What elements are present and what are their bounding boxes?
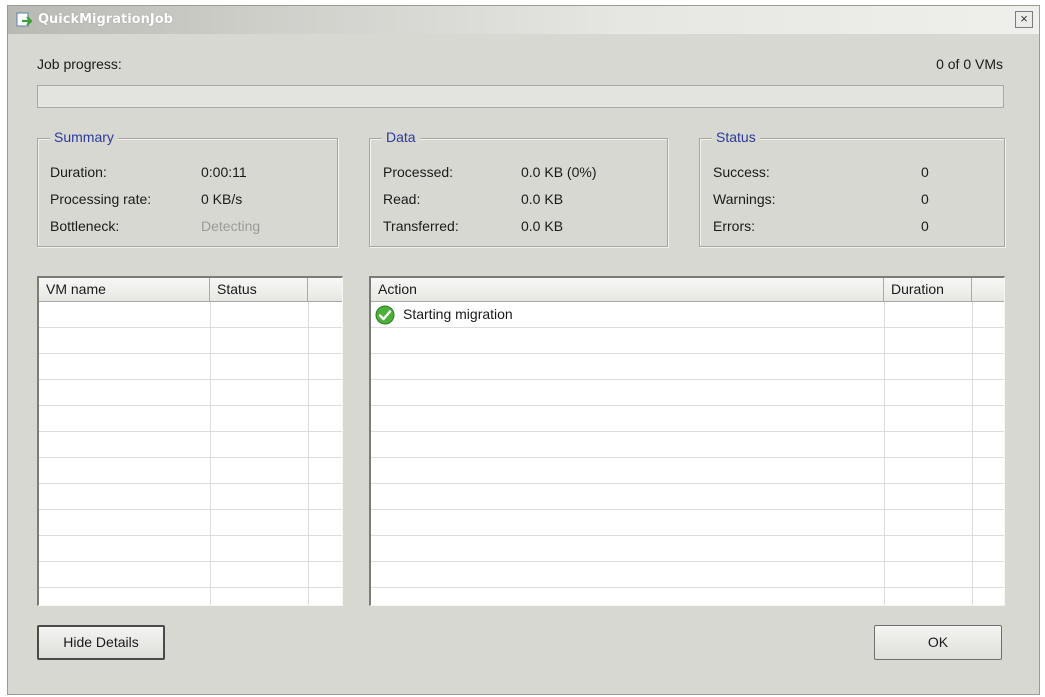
vm-list[interactable]: VM name Status	[37, 276, 343, 606]
empty-row	[39, 510, 342, 536]
transferred-value: 0.0 KB	[521, 218, 564, 234]
empty-row	[39, 458, 342, 484]
data-group: Data Processed: 0.0 KB (0%) Read: 0.0 KB…	[369, 129, 668, 247]
empty-row	[39, 354, 342, 380]
action-list[interactable]: Action Duration Starting migration	[369, 276, 1005, 606]
column-header-action[interactable]: Action	[371, 278, 884, 301]
status-legend: Status	[712, 129, 760, 145]
status-group: Status Success: 0 Warnings: 0 Errors: 0	[699, 129, 1005, 247]
empty-row	[39, 536, 342, 562]
column-header-vm-name[interactable]: VM name	[39, 278, 210, 301]
errors-value: 0	[921, 218, 929, 234]
job-progress-bar	[37, 85, 1004, 108]
window-title: QuickMigrationJob	[38, 12, 173, 27]
success-label: Success:	[713, 164, 770, 180]
empty-row	[39, 562, 342, 588]
success-value: 0	[921, 164, 929, 180]
success-check-icon	[375, 305, 395, 325]
title-bar[interactable]: QuickMigrationJob ×	[8, 6, 1039, 34]
bottleneck-label: Bottleneck:	[50, 218, 120, 234]
empty-row	[371, 328, 1004, 354]
hide-details-button[interactable]: Hide Details	[37, 625, 165, 660]
read-label: Read:	[383, 191, 421, 207]
empty-row	[371, 432, 1004, 458]
close-icon: ×	[1020, 11, 1028, 26]
processed-value: 0.0 KB (0%)	[521, 164, 597, 180]
empty-row	[39, 328, 342, 354]
transferred-label: Transferred:	[383, 218, 459, 234]
warnings-value: 0	[921, 191, 929, 207]
warnings-label: Warnings:	[713, 191, 776, 207]
duration-label: Duration:	[50, 164, 107, 180]
empty-row	[371, 510, 1004, 536]
job-progress-label: Job progress:	[37, 56, 122, 72]
empty-row	[39, 302, 342, 328]
summary-legend: Summary	[50, 129, 118, 145]
app-icon	[16, 12, 34, 28]
duration-value: 0:00:11	[201, 164, 247, 180]
empty-row	[39, 432, 342, 458]
quick-migration-job-window: QuickMigrationJob × Job progress: 0 of 0…	[7, 5, 1040, 695]
empty-row	[371, 458, 1004, 484]
empty-row	[371, 588, 1004, 605]
errors-label: Errors:	[713, 218, 755, 234]
data-legend: Data	[382, 129, 420, 145]
empty-row	[39, 588, 342, 605]
processing-rate-label: Processing rate:	[50, 191, 152, 207]
close-button[interactable]: ×	[1015, 11, 1033, 28]
action-row[interactable]: Starting migration	[371, 302, 1004, 328]
summary-group: Summary Duration: 0:00:11 Processing rat…	[37, 129, 338, 247]
empty-row	[371, 484, 1004, 510]
column-header-duration[interactable]: Duration	[884, 278, 972, 301]
empty-row	[371, 380, 1004, 406]
column-header-status[interactable]: Status	[210, 278, 308, 301]
bottleneck-value: Detecting	[201, 218, 261, 234]
empty-row	[371, 354, 1004, 380]
ok-button[interactable]: OK	[874, 625, 1002, 660]
empty-row	[39, 380, 342, 406]
vm-list-header: VM name Status	[39, 278, 342, 302]
empty-row	[371, 406, 1004, 432]
processing-rate-value: 0 KB/s	[201, 191, 243, 207]
read-value: 0.0 KB	[521, 191, 564, 207]
empty-row	[371, 562, 1004, 588]
action-list-header: Action Duration	[371, 278, 1004, 302]
empty-row	[39, 406, 342, 432]
processed-label: Processed:	[383, 164, 454, 180]
empty-row	[39, 484, 342, 510]
job-progress-count: 0 of 0 VMs	[936, 56, 1003, 72]
action-text: Starting migration	[403, 306, 513, 322]
empty-row	[371, 536, 1004, 562]
